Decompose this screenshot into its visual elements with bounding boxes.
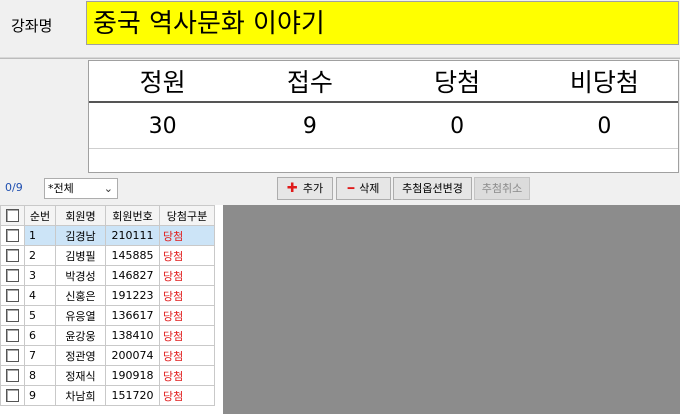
row-member-id: 191223: [105, 285, 160, 306]
row-member-name: 신홍은: [55, 285, 106, 306]
row-result: 당첨: [159, 325, 215, 346]
row-member-id: 210111: [105, 225, 160, 246]
table-row[interactable]: 7 정관영 200074 당첨: [0, 345, 215, 366]
table-header-row: 순번 회원명 회원번호 당첨구분: [0, 205, 215, 226]
row-no: 3: [24, 265, 56, 286]
row-member-name: 김경남: [55, 225, 106, 246]
row-checkbox[interactable]: [0, 245, 25, 266]
column-header-id[interactable]: 회원번호: [105, 205, 160, 226]
toolbar: 0/9 *전체 ⌄ ✚ 추가 ━ 삭제 추첨옵션변경 추첨취소: [0, 175, 680, 205]
column-header-result[interactable]: 당첨구분: [159, 205, 215, 226]
filter-select[interactable]: *전체 ⌄: [44, 178, 118, 199]
row-no: 5: [24, 305, 56, 326]
plus-icon: ✚: [286, 181, 298, 196]
row-no: 2: [24, 245, 56, 266]
table-row[interactable]: 1 김경남 210111 당첨: [0, 225, 215, 246]
row-member-id: 136617: [105, 305, 160, 326]
row-no: 6: [24, 325, 56, 346]
chevron-down-icon: ⌄: [103, 182, 113, 195]
row-checkbox[interactable]: [0, 345, 25, 366]
minus-icon: ━: [347, 182, 355, 195]
table-row[interactable]: 3 박경성 146827 당첨: [0, 265, 215, 286]
row-checkbox[interactable]: [0, 265, 25, 286]
row-member-name: 박경성: [55, 265, 106, 286]
row-member-name: 유응열: [55, 305, 106, 326]
divider: [0, 57, 680, 59]
row-member-name: 윤강웅: [55, 325, 106, 346]
stats-value-not-won: 0: [597, 114, 612, 139]
table-row[interactable]: 2 김병필 145885 당첨: [0, 245, 215, 266]
table-row[interactable]: 5 유응열 136617 당첨: [0, 305, 215, 326]
row-member-name: 정관영: [55, 345, 106, 366]
table-row[interactable]: 6 윤강웅 138410 당첨: [0, 325, 215, 346]
column-header-name[interactable]: 회원명: [55, 205, 106, 226]
course-name-field[interactable]: 중국 역사문화 이야기: [86, 1, 679, 45]
select-all-checkbox[interactable]: [0, 205, 25, 226]
row-result: 당첨: [159, 305, 215, 326]
column-header-no[interactable]: 순번: [24, 205, 56, 226]
row-result: 당첨: [159, 285, 215, 306]
row-member-id: 138410: [105, 325, 160, 346]
course-row: 강좌명 중국 역사문화 이야기: [0, 0, 680, 57]
row-checkbox[interactable]: [0, 325, 25, 346]
table-row[interactable]: 9 차남희 151720 당첨: [0, 385, 215, 406]
stats-value-capacity: 30: [148, 114, 177, 139]
row-member-name: 정재식: [55, 365, 106, 386]
row-member-id: 151720: [105, 385, 160, 406]
row-result: 당첨: [159, 365, 215, 386]
stats-header-row: 정원 접수 당첨 비당첨: [89, 61, 678, 103]
delete-button-label: 삭제: [359, 182, 380, 195]
row-result: 당첨: [159, 245, 215, 266]
row-member-id: 146827: [105, 265, 160, 286]
add-button-label: 추가: [302, 182, 324, 195]
member-grid: 순번 회원명 회원번호 당첨구분 1 김경남 210111 당첨 2 김병필 145885 당…: [0, 205, 223, 414]
row-checkbox[interactable]: [0, 225, 25, 246]
row-no: 1: [24, 225, 56, 246]
row-checkbox[interactable]: [0, 385, 25, 406]
stats-value-won: 0: [450, 114, 465, 139]
row-checkbox[interactable]: [0, 365, 25, 386]
row-no: 8: [24, 365, 56, 386]
row-member-id: 200074: [105, 345, 160, 366]
stats-panel: 정원 접수 당첨 비당첨 30 9 0 0: [88, 60, 679, 173]
delete-button[interactable]: ━ 삭제: [336, 177, 391, 200]
row-member-id: 190918: [105, 365, 160, 386]
add-button[interactable]: ✚ 추가: [277, 177, 333, 200]
row-member-name: 김병필: [55, 245, 106, 266]
member-table: 순번 회원명 회원번호 당첨구분 1 김경남 210111 당첨 2 김병필 145885 당…: [0, 205, 215, 406]
lottery-option-button[interactable]: 추첨옵션변경: [393, 177, 472, 200]
lottery-cancel-button[interactable]: 추첨취소: [474, 177, 530, 200]
row-no: 7: [24, 345, 56, 366]
selection-counter: 0/9: [5, 181, 23, 194]
filter-value: *전체: [48, 182, 74, 195]
row-checkbox[interactable]: [0, 285, 25, 306]
stats-header-not-won: 비당첨: [569, 68, 639, 97]
row-result: 당첨: [159, 345, 215, 366]
row-member-name: 차남희: [55, 385, 106, 406]
stats-header-won: 당첨: [434, 68, 481, 97]
row-result: 당첨: [159, 385, 215, 406]
row-result: 당첨: [159, 225, 215, 246]
stats-value-row: 30 9 0 0: [89, 103, 678, 149]
course-label: 강좌명: [11, 17, 53, 35]
table-row[interactable]: 8 정재식 190918 당첨: [0, 365, 215, 386]
table-row[interactable]: 4 신홍은 191223 당첨: [0, 285, 215, 306]
row-checkbox[interactable]: [0, 305, 25, 326]
stats-header-capacity: 정원: [139, 68, 186, 97]
row-result: 당첨: [159, 265, 215, 286]
stats-header-received: 접수: [286, 68, 333, 97]
stats-value-received: 9: [302, 114, 317, 139]
row-no: 9: [24, 385, 56, 406]
row-member-id: 145885: [105, 245, 160, 266]
row-no: 4: [24, 285, 56, 306]
